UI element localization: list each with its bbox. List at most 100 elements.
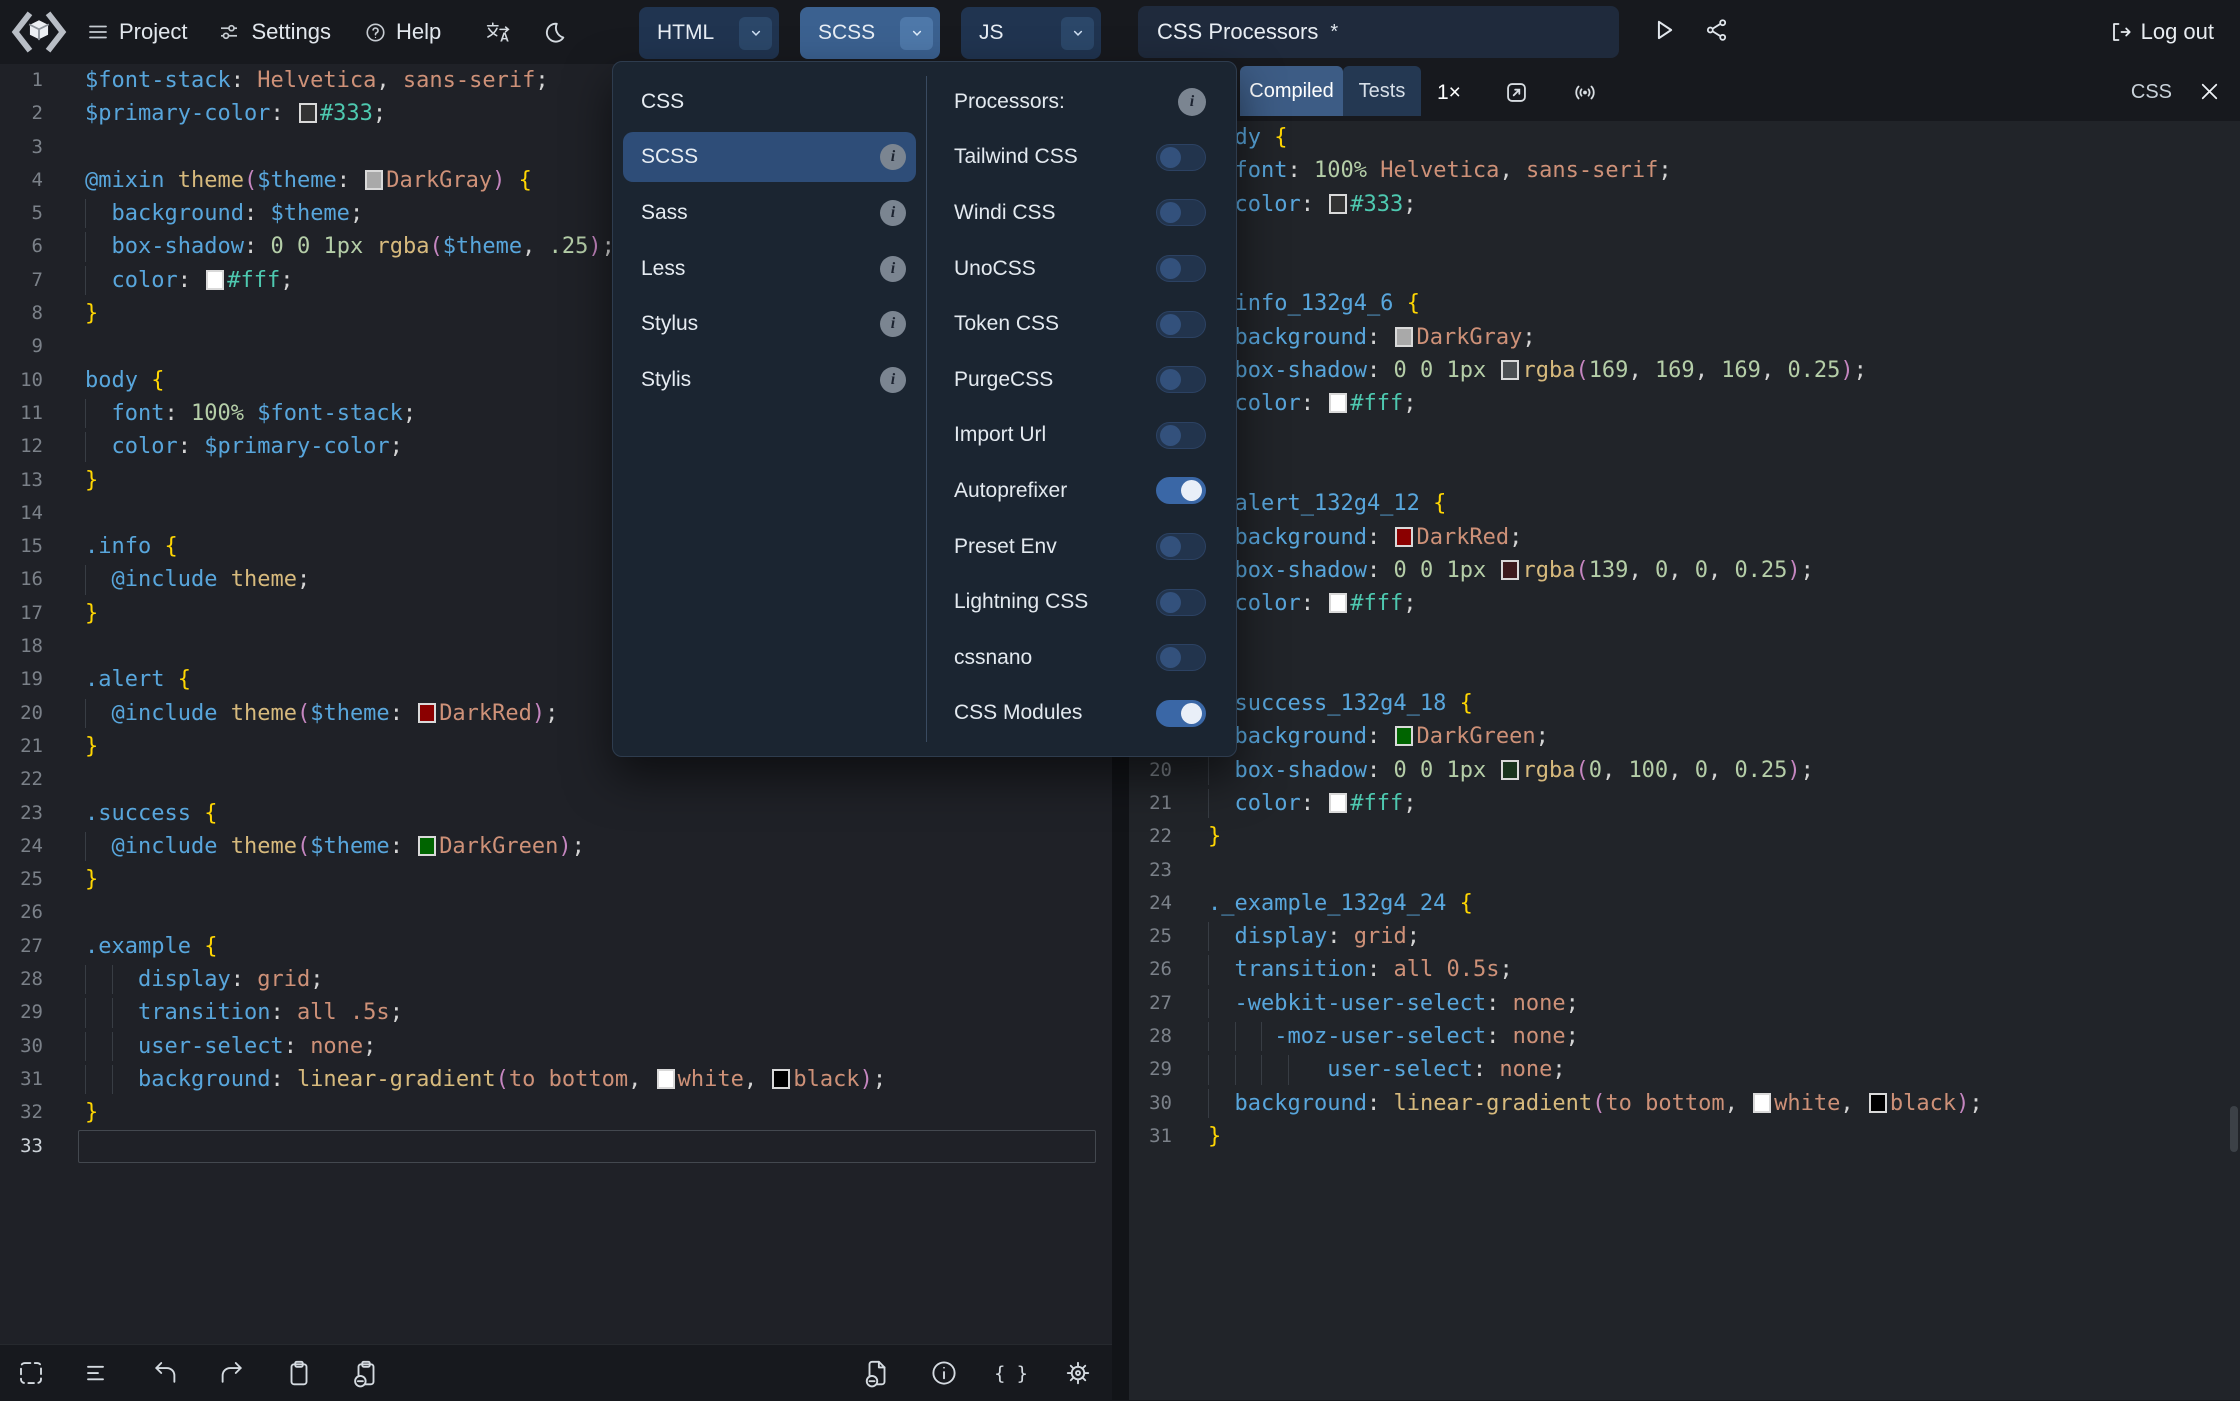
live-reload-icon[interactable]: [1571, 79, 1599, 106]
toggle-lightning-css[interactable]: [1156, 588, 1206, 616]
code-line[interactable]: 20 box-shadow: 0 0 1px rgba(0, 100, 0, 0…: [1129, 754, 2240, 787]
code-line[interactable]: 9 color: #fff;: [1129, 387, 2240, 420]
code-line[interactable]: 19 background: DarkGreen;: [1129, 720, 2240, 753]
tab-scss[interactable]: SCSS: [800, 7, 940, 59]
code-line[interactable]: 24 ._example_132g4_24 {: [1129, 887, 2240, 920]
redo-icon[interactable]: [214, 1355, 250, 1391]
code-line[interactable]: 24 @include theme($theme: DarkGreen);: [0, 830, 1112, 863]
gear-icon[interactable]: [1060, 1355, 1096, 1391]
code-line[interactable]: 26 transition: all 0.5s;: [1129, 953, 2240, 986]
code-line[interactable]: 14 box-shadow: 0 0 1px rgba(139, 0, 0, 0…: [1129, 554, 2240, 587]
code-line[interactable]: 5: [1129, 254, 2240, 287]
compiled-output-editor[interactable]: 1body {2 font: 100% Helvetica, sans-seri…: [1129, 121, 2240, 1400]
clipboard-icon[interactable]: [281, 1355, 317, 1391]
toggle-purgecss[interactable]: [1156, 366, 1206, 394]
menu-settings[interactable]: Settings: [216, 19, 331, 45]
code-line[interactable]: 3 color: #333;: [1129, 188, 2240, 221]
code-line[interactable]: 12._alert_132g4_12 {: [1129, 487, 2240, 520]
logo-icon[interactable]: [10, 10, 68, 54]
logout-button[interactable]: Log out: [2108, 0, 2214, 64]
code-line[interactable]: 26: [0, 896, 1112, 929]
tab-compiled[interactable]: Compiled: [1240, 66, 1343, 116]
menu-project[interactable]: Project: [86, 19, 187, 45]
chevron-down-icon[interactable]: [1061, 16, 1094, 50]
code-line[interactable]: 33: [0, 1129, 1112, 1163]
format-lines-icon[interactable]: [80, 1355, 116, 1391]
code-line[interactable]: 21 color: #fff;: [1129, 787, 2240, 820]
code-line[interactable]: 29 transition: all .5s;: [0, 996, 1112, 1029]
code-line[interactable]: 7 background: DarkGray;: [1129, 321, 2240, 354]
tab-html[interactable]: HTML: [639, 7, 779, 59]
open-preview-icon[interactable]: [1503, 79, 1530, 106]
code-line[interactable]: 23 .success {: [0, 797, 1112, 830]
project-title-input[interactable]: CSS Processors *: [1138, 6, 1619, 58]
file-minus-icon[interactable]: [859, 1355, 895, 1391]
code-line[interactable]: 30 background: linear-gradient(to bottom…: [1129, 1087, 2240, 1120]
menu-help[interactable]: Help: [364, 19, 441, 45]
code-line[interactable]: 25}: [0, 863, 1112, 896]
moon-icon[interactable]: [542, 20, 567, 45]
code-line[interactable]: 13 background: DarkRed;: [1129, 521, 2240, 554]
code-line[interactable]: 15 color: #fff;: [1129, 587, 2240, 620]
code-line[interactable]: 28 -moz-user-select: none;: [1129, 1020, 2240, 1053]
code-line[interactable]: 18._success_132g4_18 {: [1129, 687, 2240, 720]
run-icon[interactable]: [1649, 15, 1677, 45]
info-icon[interactable]: i: [1178, 87, 1206, 116]
info-icon[interactable]: i: [880, 255, 906, 282]
scrollbar-thumb[interactable]: [2230, 1106, 2238, 1152]
info-icon[interactable]: i: [880, 199, 906, 226]
code-line[interactable]: 31}: [1129, 1120, 2240, 1153]
info-icon[interactable]: i: [880, 311, 906, 338]
translate-icon[interactable]: A: [485, 19, 512, 45]
code-line[interactable]: 22}: [1129, 820, 2240, 853]
code-line[interactable]: 17: [1129, 654, 2240, 687]
code-line[interactable]: 11: [1129, 454, 2240, 487]
code-line[interactable]: 16}: [1129, 620, 2240, 653]
tab-js[interactable]: JS: [961, 7, 1101, 59]
toggle-css-modules[interactable]: [1156, 699, 1206, 727]
preprocessor-option-less[interactable]: Less i: [623, 244, 916, 294]
code-line[interactable]: 28 display: grid;: [0, 963, 1112, 996]
toggle-import-url[interactable]: [1156, 421, 1206, 449]
close-icon[interactable]: [2197, 79, 2222, 104]
undo-icon[interactable]: [147, 1355, 183, 1391]
code-line[interactable]: 22: [0, 763, 1112, 796]
code-line[interactable]: 6._info_132g4_6 {: [1129, 287, 2240, 320]
select-region-icon[interactable]: [13, 1355, 49, 1391]
info-icon[interactable]: [926, 1355, 962, 1391]
toggle-autoprefixer[interactable]: [1156, 477, 1206, 505]
code-line[interactable]: 23: [1129, 854, 2240, 887]
code-line[interactable]: 2 font: 100% Helvetica, sans-serif;: [1129, 154, 2240, 187]
info-icon[interactable]: i: [880, 366, 906, 393]
code-line[interactable]: 31 background: linear-gradient(to bottom…: [0, 1063, 1112, 1096]
clipboard-minus-icon[interactable]: [348, 1355, 384, 1391]
tab-tests[interactable]: Tests: [1343, 66, 1421, 116]
braces-icon[interactable]: { }: [993, 1355, 1029, 1391]
preprocessor-option-css[interactable]: CSS: [623, 77, 916, 127]
chevron-down-icon[interactable]: [739, 16, 772, 50]
toggle-windi-css[interactable]: [1156, 199, 1206, 227]
preprocessor-option-sass[interactable]: Sass i: [623, 188, 916, 238]
info-icon[interactable]: i: [880, 144, 906, 171]
code-line[interactable]: 1body {: [1129, 121, 2240, 154]
zoom-level[interactable]: 1×: [1437, 64, 1461, 121]
code-line[interactable]: 8 box-shadow: 0 0 1px rgba(169, 169, 169…: [1129, 354, 2240, 387]
preprocessor-option-stylus[interactable]: Stylus i: [623, 299, 916, 349]
share-icon[interactable]: [1703, 15, 1730, 45]
code-line[interactable]: 4}: [1129, 221, 2240, 254]
code-line[interactable]: 29 user-select: none;: [1129, 1053, 2240, 1086]
preprocessor-option-stylis[interactable]: Stylis i: [623, 355, 916, 405]
code-line[interactable]: 27 -webkit-user-select: none;: [1129, 987, 2240, 1020]
code-line[interactable]: 25 display: grid;: [1129, 920, 2240, 953]
code-line[interactable]: 32}: [0, 1096, 1112, 1129]
code-line[interactable]: 27 .example {: [0, 930, 1112, 963]
toggle-cssnano[interactable]: [1156, 644, 1206, 672]
code-line[interactable]: 10}: [1129, 421, 2240, 454]
toggle-preset-env[interactable]: [1156, 533, 1206, 561]
toggle-tailwind-css[interactable]: [1156, 143, 1206, 171]
toggle-unocss[interactable]: [1156, 255, 1206, 283]
preprocessor-option-scss[interactable]: SCSS i: [623, 132, 916, 183]
code-line[interactable]: 30 user-select: none;: [0, 1030, 1112, 1063]
chevron-down-icon[interactable]: [900, 16, 933, 50]
toggle-token-css[interactable]: [1156, 310, 1206, 338]
